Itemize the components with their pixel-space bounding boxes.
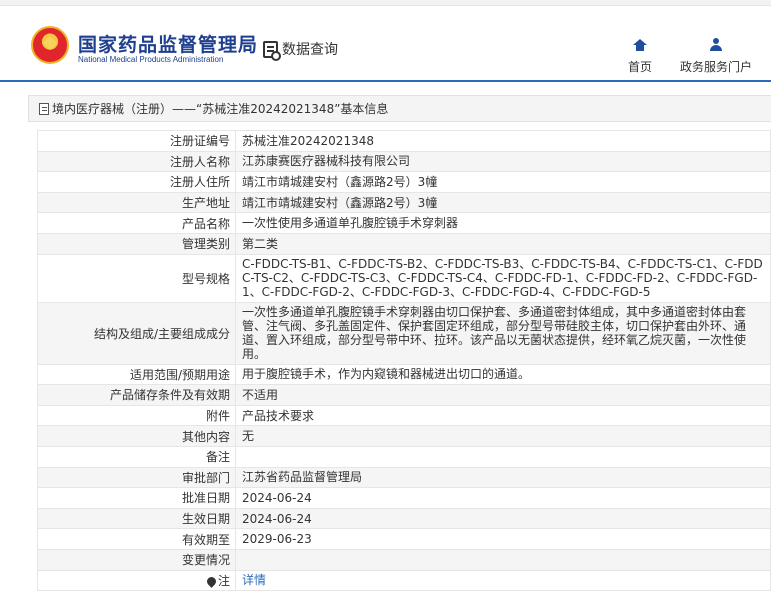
row-value: 苏械注准20242021348 <box>235 130 771 152</box>
row-value: 一次性多通道单孔腹腔镜手术穿刺器由切口保护套、多通道密封体组成，其中多通道密封体… <box>235 301 771 365</box>
row-value: 2024-06-24 <box>235 507 771 530</box>
row-key: 其他内容 <box>37 425 236 447</box>
table-row: 其他内容无 <box>37 425 771 447</box>
row-key: 注册证编号 <box>37 130 236 152</box>
table-row: 产品名称 一次性使用多通道单孔腹腔镜手术穿刺器 <box>37 212 771 234</box>
document-search-icon <box>263 40 281 61</box>
site-header: 国家药品监督管理局 National Medical Products Admi… <box>0 6 771 82</box>
national-emblem-icon <box>31 26 69 64</box>
data-query-label: 数据查询 <box>282 42 338 58</box>
nav-home[interactable]: 首页 <box>622 34 658 75</box>
breadcrumb: 境内医疗器械（注册）——“苏械注准20242021348”基本信息 <box>28 95 771 122</box>
row-key: 备注 <box>37 445 236 468</box>
row-value <box>235 445 771 468</box>
row-key-note: 注 <box>37 569 236 592</box>
row-value: 江苏康赛医疗器械科技有限公司 <box>235 150 771 173</box>
row-key: 生效日期 <box>37 507 236 530</box>
row-value: 产品技术要求 <box>235 404 771 427</box>
row-key: 结构及组成/主要组成成分 <box>37 301 236 365</box>
breadcrumb-text: 境内医疗器械（注册）——“苏械注准20242021348”基本信息 <box>52 102 389 116</box>
table-row: 备注 <box>37 445 771 468</box>
row-value: 详情 <box>235 569 771 592</box>
row-key: 有效期至 <box>37 528 236 550</box>
home-icon <box>633 39 647 52</box>
table-row: 生效日期 2024-06-24 <box>37 507 771 530</box>
row-value: 2024-06-24 <box>235 487 771 509</box>
row-key: 适用范围/预期用途 <box>37 363 236 386</box>
row-key: 型号规格 <box>37 253 236 303</box>
row-key: 变更情况 <box>37 548 236 571</box>
row-key: 生产地址 <box>37 191 236 214</box>
table-row: 审批部门 江苏省药品监督管理局 <box>37 466 771 489</box>
row-value: 2029-06-23 <box>235 528 771 550</box>
org-name-cn[interactable]: 国家药品监督管理局 <box>78 30 258 57</box>
table-row: 管理类别 第二类 <box>37 232 771 255</box>
nav-gov-label: 政务服务门户 <box>679 60 752 74</box>
row-value: 江苏省药品监督管理局 <box>235 466 771 489</box>
row-value: 无 <box>235 425 771 447</box>
row-value: 靖江市靖城建安村（鑫源路2号）3幢 <box>235 171 771 193</box>
table-row: 注册人住所 靖江市靖城建安村（鑫源路2号）3幢 <box>37 171 771 193</box>
table-row: 适用范围/预期用途 用于腹腔镜手术，作为内窥镜和器械进出切口的通道。 <box>37 363 771 386</box>
table-row: 有效期至 2029-06-23 <box>37 528 771 550</box>
row-key: 审批部门 <box>37 466 236 489</box>
row-value: 一次性使用多通道单孔腹腔镜手术穿刺器 <box>235 212 771 234</box>
table-row: 生产地址 靖江市靖城建安村（鑫源路2号）3幢 <box>37 191 771 214</box>
row-value: 用于腹腔镜手术，作为内窥镜和器械进出切口的通道。 <box>235 363 771 386</box>
nav-gov-service-portal[interactable]: 政务服务门户 <box>678 34 754 75</box>
row-value: 不适用 <box>235 384 771 406</box>
pin-icon <box>205 574 218 588</box>
table-row: 注 详情 <box>37 569 771 592</box>
document-icon <box>39 102 49 115</box>
nav-home-label: 首页 <box>627 60 652 74</box>
row-value: 第二类 <box>235 232 771 255</box>
row-key: 注册人名称 <box>37 150 236 173</box>
table-row: 注册人名称 江苏康赛医疗器械科技有限公司 <box>37 150 771 173</box>
details-link[interactable]: 详情 <box>242 573 266 587</box>
table-row: 变更情况 <box>37 548 771 571</box>
row-key: 产品名称 <box>37 212 236 234</box>
table-row: 型号规格 C-FDDC-TS-B1、C-FDDC-TS-B2、C-FDDC-TS-… <box>37 253 771 303</box>
data-query-link[interactable]: 数据查询 <box>263 38 338 61</box>
row-value: C-FDDC-TS-B1、C-FDDC-TS-B2、C-FDDC-TS-B3、C… <box>235 253 771 303</box>
table-row: 结构及组成/主要组成成分 一次性多通道单孔腹腔镜手术穿刺器由切口保护套、多通道密封… <box>37 301 771 365</box>
table-row: 产品储存条件及有效期 不适用 <box>37 384 771 406</box>
org-name-en[interactable]: National Medical Products Administration <box>78 55 223 64</box>
user-icon <box>710 38 722 52</box>
row-key: 产品储存条件及有效期 <box>37 384 236 406</box>
table-row: 注册证编号 苏械注准20242021348 <box>37 130 771 152</box>
row-value: 靖江市靖城建安村（鑫源路2号）3幢 <box>235 191 771 214</box>
row-key: 批准日期 <box>37 487 236 509</box>
note-key-label: 注 <box>217 573 230 588</box>
registration-info-table: 注册证编号 苏械注准20242021348 注册人名称 江苏康赛医疗器械科技有限公司… <box>37 130 771 592</box>
table-row: 批准日期 2024-06-24 <box>37 487 771 509</box>
row-key: 附件 <box>37 404 236 427</box>
row-value <box>235 548 771 571</box>
row-key: 注册人住所 <box>37 171 236 193</box>
table-row: 附件 产品技术要求 <box>37 404 771 427</box>
row-key: 管理类别 <box>37 232 236 255</box>
